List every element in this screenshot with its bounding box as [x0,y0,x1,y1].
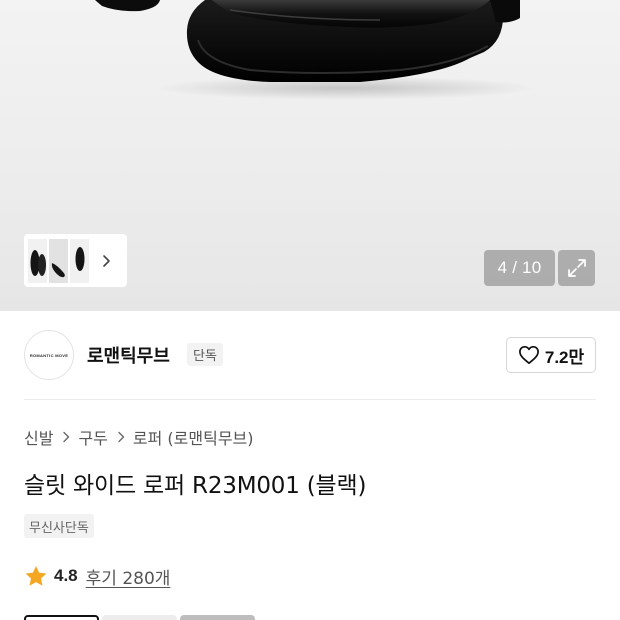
expand-button[interactable] [558,250,595,286]
musinsa-exclusive-badge: 무신사단독 [24,514,94,538]
like-count: 7.2만 [544,347,585,367]
brand-name[interactable]: 로맨틱무브 [87,342,170,368]
option-chip[interactable] [180,615,255,620]
breadcrumb-item-loafer[interactable]: 로퍼 (로맨틱무브) [133,425,254,449]
breadcrumb-item-shoes[interactable]: 신발 [24,425,53,449]
thumbnail-strip [24,234,127,287]
option-chips [24,615,255,620]
option-chip[interactable] [102,615,177,620]
rating-score: 4.8 [54,566,78,585]
review-count-link[interactable]: 후기 280개 [86,564,171,589]
thumbnail-next-button[interactable] [95,239,117,283]
chevron-right-icon [62,431,70,443]
brand-logo-text: ROMANTIC MOVE [29,352,69,358]
brand-like-button[interactable]: 7.2만 [506,337,596,373]
loafer-side-thumbnail [51,262,65,277]
brand-row: ROMANTIC MOVE 로맨틱무브 단독 7.2만 [24,330,596,380]
heart-outline-icon [518,345,539,365]
product-title: 슬릿 와이드 로퍼 R23M001 (블랙) [24,473,367,499]
loafer-pair-thumbnail [75,246,85,271]
thumbnail-1[interactable] [28,238,47,283]
brand-exclusive-tag: 단독 [187,343,223,366]
section-divider [24,399,596,400]
thumbnail-2[interactable] [49,238,68,283]
loafer-pair-front-thumbnail [30,249,46,276]
image-counter: 4 / 10 [484,250,555,286]
breadcrumb: 신발 구두 로퍼 (로맨틱무브) [24,425,254,449]
chevron-right-icon [117,431,125,443]
chevron-right-icon [103,254,110,267]
product-image-gallery[interactable]: 4 / 10 [0,0,620,311]
rating-row: 4.8 후기 280개 [24,563,170,589]
brand-logo[interactable]: ROMANTIC MOVE [24,330,74,380]
thumbnail-3[interactable] [70,238,89,283]
expand-icon [567,259,586,277]
star-icon [25,565,47,586]
breadcrumb-item-dress-shoes[interactable]: 구두 [78,425,107,449]
option-chip-selected[interactable] [24,615,99,620]
